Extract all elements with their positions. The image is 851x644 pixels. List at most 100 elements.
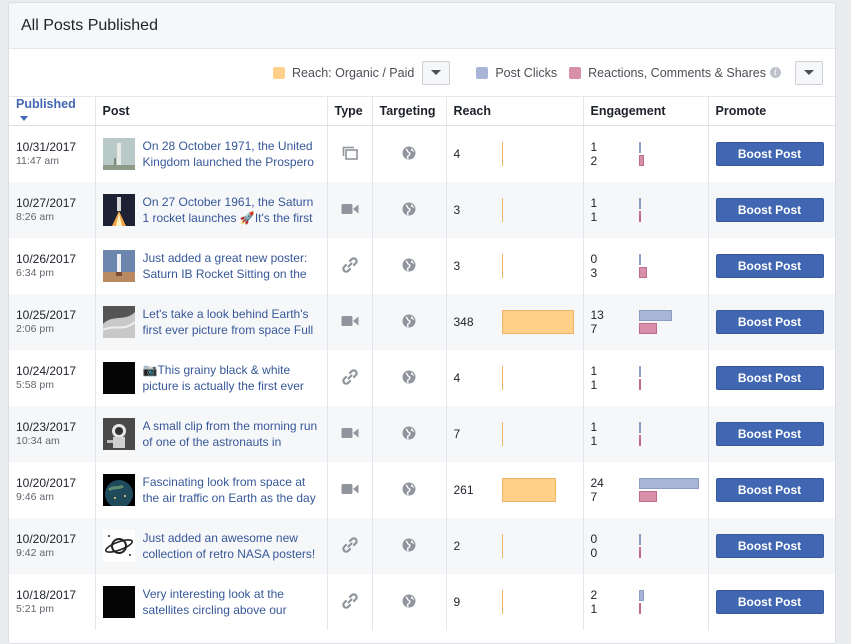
post-thumbnail[interactable] <box>102 306 136 338</box>
reactions-value: 1 <box>590 378 598 392</box>
boost-post-button[interactable]: Boost Post <box>715 142 824 166</box>
reach-value: 348 <box>453 315 474 329</box>
post-thumbnail[interactable] <box>102 250 135 282</box>
info-icon[interactable]: i <box>770 67 781 78</box>
targeting-cell <box>372 518 447 574</box>
engagement-cell: 1 1 <box>583 350 709 406</box>
engagement-dropdown-button[interactable] <box>795 60 823 85</box>
reach-cell: 348 <box>446 294 584 350</box>
clicks-value: 2 <box>590 588 598 602</box>
post-thumbnail[interactable] <box>102 586 135 618</box>
column-published[interactable]: Published <box>9 97 96 126</box>
post-cell: Just added a great new poster: Saturn IB… <box>95 238 328 294</box>
reactions-bar <box>638 211 641 222</box>
column-engagement[interactable]: Engagement <box>583 97 709 126</box>
post-link[interactable]: Let's take a look behind Earth's first e… <box>143 306 320 338</box>
reach-cell: 7 <box>446 406 584 462</box>
reach-dropdown-button[interactable] <box>422 60 451 85</box>
post-date: 10/18/2017 <box>16 588 77 602</box>
globe-icon <box>402 426 416 443</box>
post-link[interactable]: 📷This grainy black & white picture is ac… <box>143 362 320 394</box>
post-date: 10/20/2017 <box>16 532 77 546</box>
post-link[interactable]: Very interesting look at the satellites … <box>143 586 320 618</box>
post-cell: Very interesting look at the satellites … <box>95 574 328 630</box>
type-cell <box>327 238 373 294</box>
column-type[interactable]: Type <box>327 97 373 126</box>
link-icon <box>341 256 358 276</box>
post-link[interactable]: Just added a great new poster: Saturn IB… <box>143 250 320 282</box>
link-icon <box>341 536 358 556</box>
table-row[interactable]: 10/24/2017 5:58 pm 📷This grainy black & … <box>9 350 835 406</box>
reactions-value: 0 <box>590 546 598 560</box>
table-header-row: Published Post Type Targeting Reach Enga… <box>9 97 835 126</box>
reactions-bar <box>638 379 641 390</box>
post-thumbnail[interactable] <box>102 418 135 450</box>
reach-bar <box>501 366 503 390</box>
globe-icon <box>402 538 416 555</box>
post-link[interactable]: A small clip from the morning run of one… <box>143 418 320 450</box>
engagement-cell: 13 7 <box>583 294 709 350</box>
caret-down-icon <box>431 70 442 75</box>
post-thumbnail[interactable] <box>102 362 135 394</box>
reactions-value: 1 <box>590 434 598 448</box>
boost-post-button[interactable]: Boost Post <box>715 310 824 334</box>
column-reach[interactable]: Reach <box>446 97 584 126</box>
table-row[interactable]: 10/18/2017 5:21 pm Very interesting look… <box>9 574 835 630</box>
post-thumbnail[interactable] <box>102 138 135 170</box>
boost-post-button[interactable]: Boost Post <box>715 366 824 390</box>
clicks-value: 1 <box>590 140 598 154</box>
promote-cell: Boost Post <box>708 182 835 238</box>
clicks-value: 24 <box>590 476 604 490</box>
post-thumbnail[interactable] <box>102 194 135 226</box>
legend-clicks: Post Clicks <box>476 66 557 80</box>
post-link[interactable]: Fascinating look from space at the air t… <box>143 474 320 506</box>
reach-value: 2 <box>453 539 461 553</box>
post-date: 10/20/2017 <box>16 476 77 490</box>
published-cell: 10/25/2017 2:06 pm <box>9 294 96 350</box>
type-cell <box>327 182 373 238</box>
promote-cell: Boost Post <box>708 462 835 518</box>
reach-cell: 2 <box>446 518 584 574</box>
post-link[interactable]: On 27 October 1961, the Saturn 1 rocket … <box>143 194 320 226</box>
boost-post-button[interactable]: Boost Post <box>715 422 824 446</box>
reach-value: 3 <box>453 259 461 273</box>
legend-reach: Reach: Organic / Paid <box>273 66 414 80</box>
table-row[interactable]: 10/25/2017 2:06 pm Let's take a look beh… <box>9 294 835 350</box>
video-icon <box>341 203 359 218</box>
legend-clicks-label: Post Clicks <box>495 65 558 80</box>
post-thumbnail[interactable] <box>102 474 135 508</box>
table-row[interactable]: 10/26/2017 6:34 pm Just added a great ne… <box>9 238 835 294</box>
boost-post-button[interactable]: Boost Post <box>715 198 824 222</box>
engagement-cell: 1 2 <box>583 125 709 182</box>
table-row[interactable]: 10/23/2017 10:34 am A small clip from th… <box>9 406 835 462</box>
column-post[interactable]: Post <box>95 97 328 126</box>
reach-bar <box>501 534 503 558</box>
table-row[interactable]: 10/27/2017 8:26 am On 27 October 1961, t… <box>9 182 835 238</box>
post-thumbnail[interactable] <box>102 530 135 562</box>
column-targeting[interactable]: Targeting <box>372 97 447 126</box>
reactions-value: 2 <box>590 154 598 168</box>
boost-post-button[interactable]: Boost Post <box>715 534 824 558</box>
promote-cell: Boost Post <box>708 350 835 406</box>
clicks-value: 1 <box>590 420 598 434</box>
clicks-bar <box>638 422 641 433</box>
targeting-cell <box>372 462 447 518</box>
reactions-bar <box>638 155 644 166</box>
post-time: 5:21 pm <box>16 603 54 615</box>
boost-post-button[interactable]: Boost Post <box>715 590 824 614</box>
engagement-cell: 1 1 <box>583 182 709 238</box>
reactions-swatch <box>569 66 582 79</box>
globe-icon <box>402 146 416 163</box>
table-row[interactable]: 10/31/2017 11:47 am On 28 October 1971, … <box>9 125 835 182</box>
post-time: 9:46 am <box>16 491 54 503</box>
post-link[interactable]: On 28 October 1971, the United Kingdom l… <box>143 138 320 170</box>
boost-post-button[interactable]: Boost Post <box>715 478 824 502</box>
table-row[interactable]: 10/20/2017 9:42 am Just added an awesome… <box>9 518 835 574</box>
engagement-cell: 2 1 <box>583 574 709 630</box>
table-row[interactable]: 10/20/2017 9:46 am Fascinating look from… <box>9 462 835 518</box>
engagement-cell: 24 7 <box>583 462 709 518</box>
post-link[interactable]: Just added an awesome new collection of … <box>143 530 320 562</box>
boost-post-button[interactable]: Boost Post <box>715 254 824 278</box>
globe-icon <box>402 594 416 611</box>
clicks-value: 1 <box>590 196 598 210</box>
